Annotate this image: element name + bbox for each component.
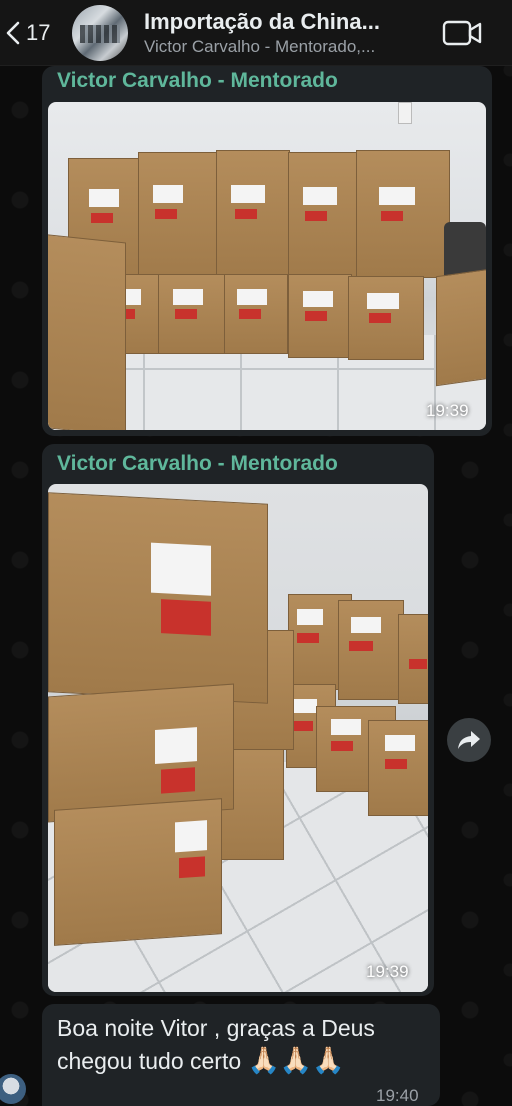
photo-box	[356, 150, 450, 278]
photo-box	[138, 152, 220, 282]
message-text-line1: Boa noite Vitor , graças a Deus	[57, 1015, 375, 1041]
photo-box	[436, 267, 486, 387]
message-time: 19:40	[376, 1086, 419, 1105]
forward-arrow-icon	[458, 731, 480, 749]
photo-box	[48, 492, 268, 704]
photo-box	[216, 150, 290, 280]
photo-box	[348, 276, 424, 360]
sender-name: Victor Carvalho - Mentorado	[57, 69, 338, 92]
chevron-left-icon	[6, 21, 20, 44]
chat-header: 17 Importação da China... Victor Carvalh…	[0, 0, 512, 66]
more-button[interactable]	[492, 0, 512, 66]
photo-box	[368, 720, 428, 816]
photo-box	[288, 274, 352, 358]
photo-box	[48, 233, 126, 430]
message-text-line2: chegou tudo certo	[57, 1048, 242, 1074]
message-time: 19:39	[426, 401, 469, 420]
photo-box	[158, 274, 228, 354]
photo-box	[398, 614, 428, 704]
sender-name: Victor Carvalho - Mentorado	[57, 452, 338, 475]
back-button[interactable]: 17	[0, 0, 60, 66]
photo-image[interactable]	[48, 484, 428, 992]
group-avatar[interactable]	[72, 4, 128, 61]
photo-image[interactable]	[48, 102, 486, 430]
video-call-button[interactable]	[432, 0, 492, 66]
photo-wall-socket	[398, 102, 412, 124]
message-time: 19:39	[366, 962, 409, 981]
message-text-line2-row: chegou tudo certo 🙏🏻🙏🏻🙏🏻	[57, 1044, 345, 1077]
unread-count: 17	[26, 19, 51, 45]
video-camera-icon	[442, 20, 482, 45]
chat-title: Importação da China...	[144, 8, 380, 34]
photo-box	[54, 798, 222, 946]
chat-subtitle: Victor Carvalho - Mentorado,...	[144, 36, 376, 56]
photo-box	[338, 600, 404, 700]
photo-box	[224, 274, 288, 354]
forward-button[interactable]	[447, 718, 491, 762]
chat-title-area[interactable]: Importação da China... Victor Carvalho -…	[144, 9, 432, 57]
praying-hands-emoji: 🙏🏻🙏🏻🙏🏻	[247, 1045, 345, 1075]
